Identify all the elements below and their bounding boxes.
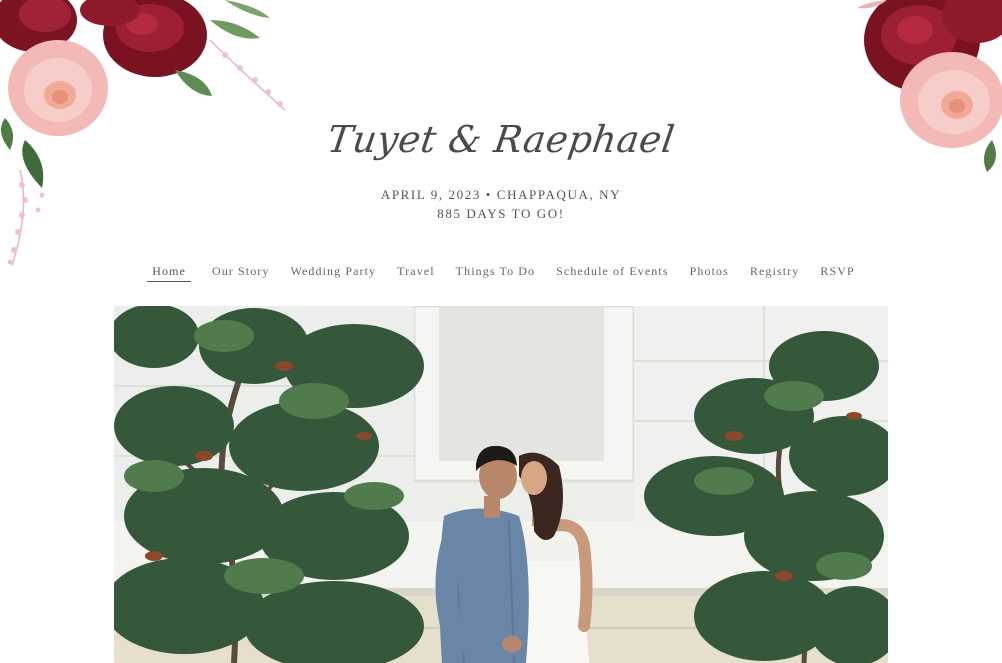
nav-item-wedding-party[interactable]: Wedding Party (280, 262, 387, 283)
nav-item-label: Travel (397, 264, 435, 278)
nav-item-our-story[interactable]: Our Story (201, 262, 280, 283)
nav-item-travel[interactable]: Travel (387, 262, 446, 283)
nav-item-label: Things To Do (455, 264, 536, 278)
nav-item-photos[interactable]: Photos (679, 262, 739, 283)
wedding-website-page: Tuyet & Raephael APRIL 9, 2023 • CHAPPAQ… (0, 0, 1002, 663)
main-navigation: Home Our Story Wedding Party Travel Thin… (0, 262, 1002, 283)
nav-item-rsvp[interactable]: RSVP (810, 262, 865, 283)
event-date-location: APRIL 9, 2023 • CHAPPAQUA, NY (380, 187, 622, 202)
nav-item-label: Our Story (211, 264, 270, 278)
nav-item-label: Wedding Party (290, 264, 377, 278)
nav-item-label: Photos (689, 264, 729, 278)
hero-couple-photo (114, 306, 888, 663)
nav-item-label: Schedule of Events (556, 264, 669, 278)
countdown-text: 885 DAYS TO GO! (437, 206, 565, 221)
nav-item-things-to-do[interactable]: Things To Do (445, 262, 545, 283)
nav-item-registry[interactable]: Registry (739, 262, 809, 283)
nav-item-label: Home (147, 264, 191, 282)
nav-item-schedule-of-events[interactable]: Schedule of Events (546, 262, 679, 283)
nav-item-home[interactable]: Home (137, 262, 202, 283)
couple-names-title: Tuyet & Raephael (324, 118, 678, 161)
nav-item-label: RSVP (820, 264, 855, 278)
nav-item-label: Registry (749, 264, 800, 278)
